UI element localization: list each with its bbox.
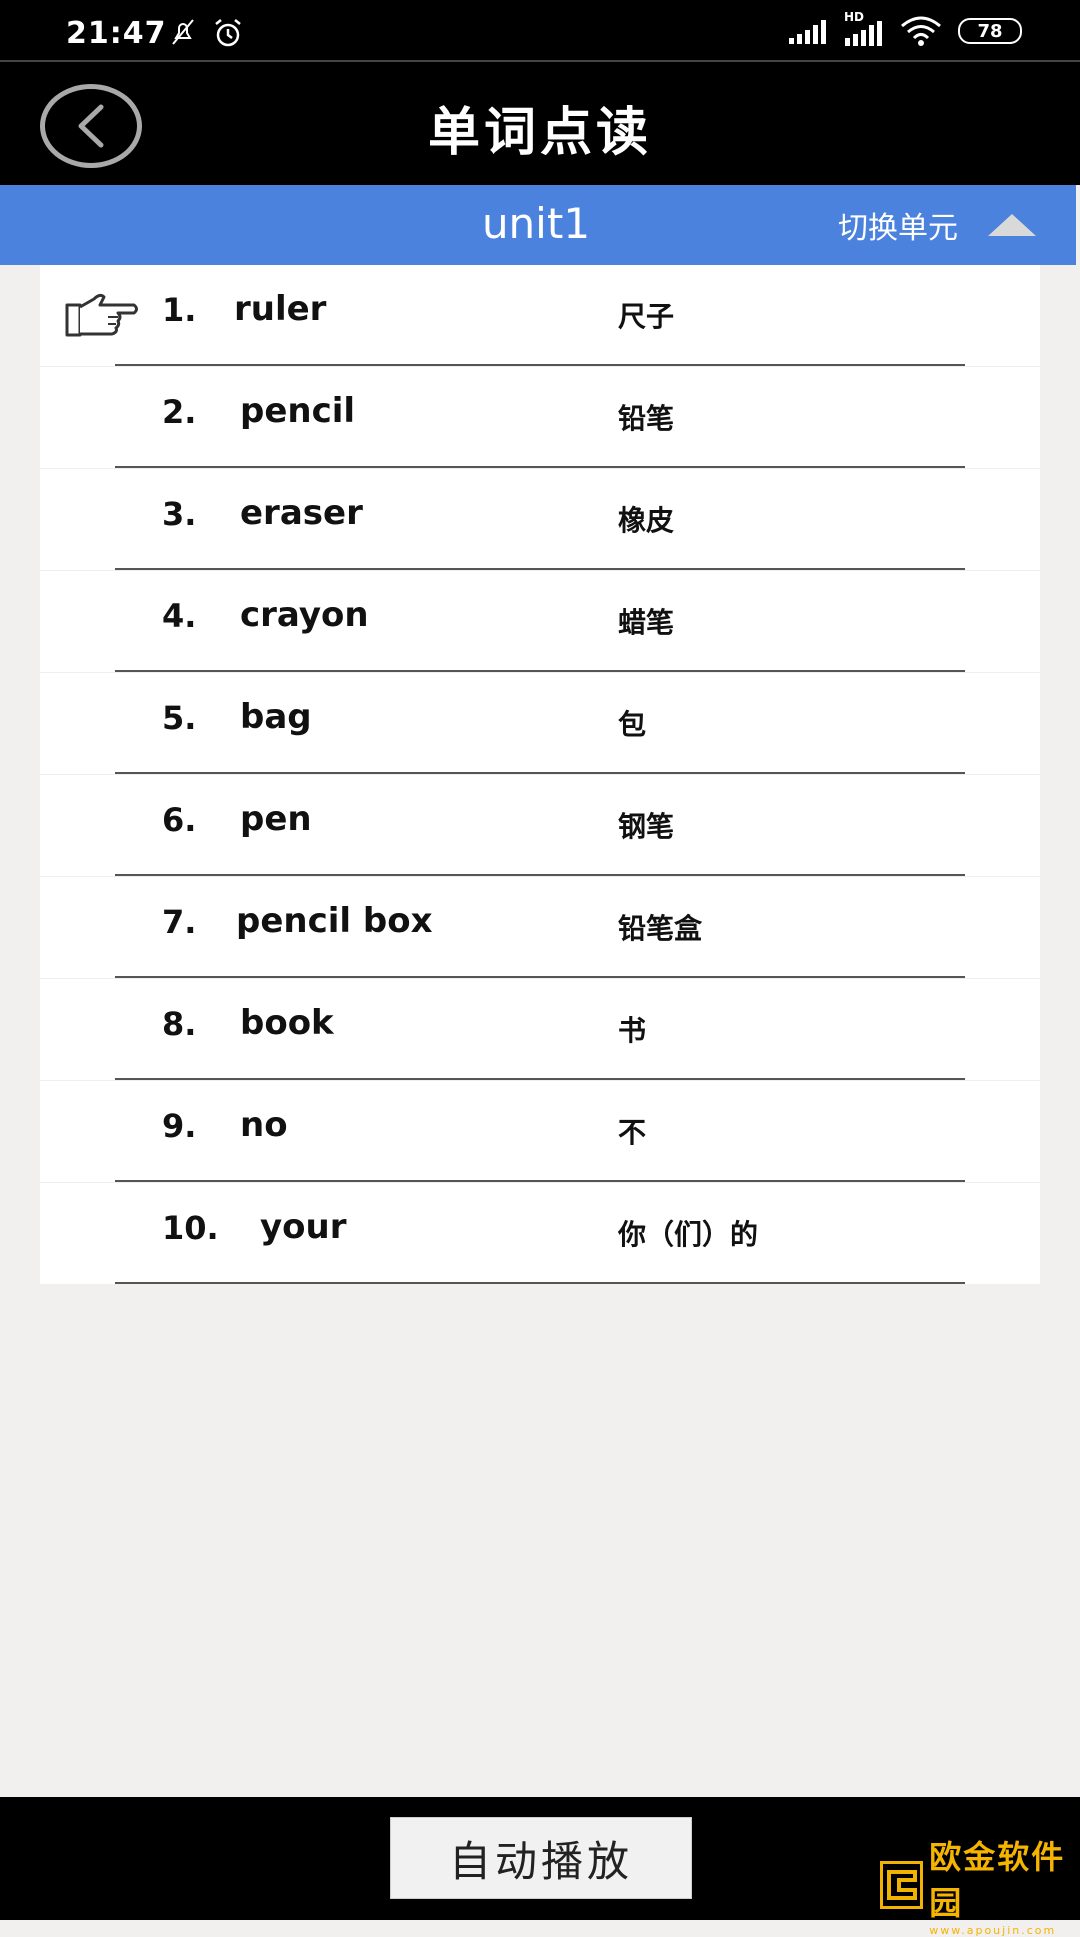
word-row[interactable]: 2. pencil 铅笔 — [40, 367, 1040, 468]
word-chinese: 书 — [618, 1014, 647, 1047]
word-number: 8. — [162, 1005, 197, 1043]
word-english: ruler — [234, 289, 327, 329]
hd-signal-icon: HD — [844, 10, 884, 46]
word-english: book — [240, 1003, 334, 1043]
status-bar: 21:47 HD 78 — [0, 0, 1080, 60]
triangle-up-icon — [988, 214, 1036, 236]
watermark-text: 欧金软件园 — [929, 1838, 1066, 1922]
alarm-clock-icon — [215, 19, 241, 47]
word-chinese: 蜡笔 — [618, 606, 675, 639]
word-chinese: 铅笔 — [618, 402, 675, 435]
status-right: HD 78 — [788, 10, 1022, 46]
word-english: eraser — [240, 493, 363, 533]
title-bar: 单词点读 — [0, 62, 1080, 185]
word-row[interactable]: 1. ruler 尺子 — [40, 265, 1040, 366]
word-number: 9. — [162, 1107, 197, 1145]
word-chinese: 包 — [618, 708, 647, 741]
word-english: your — [260, 1207, 347, 1247]
word-chinese: 铅笔盒 — [618, 912, 703, 945]
signal-icon — [789, 20, 826, 44]
word-english: no — [240, 1105, 288, 1145]
status-left-icons — [168, 18, 244, 48]
word-row[interactable]: 7. pencil box 铅笔盒 — [40, 877, 1040, 978]
word-row[interactable]: 4. crayon 蜡笔 — [40, 571, 1040, 672]
word-number: 1. — [162, 291, 197, 329]
unit-bar: unit1 切换单元 — [0, 185, 1076, 265]
watermark-logo: 欧金软件园 www.apoujin.com — [880, 1832, 1080, 1937]
word-chinese: 橡皮 — [618, 504, 675, 537]
word-english: crayon — [240, 595, 369, 635]
battery-indicator: 78 — [958, 18, 1022, 44]
word-chinese: 你（们）的 — [618, 1218, 759, 1251]
word-number: 10. — [162, 1209, 219, 1247]
word-number: 3. — [162, 495, 197, 533]
word-list: 1. ruler 尺子 2. pencil 铅笔 3. eraser 橡皮 4.… — [40, 265, 1040, 1284]
word-row[interactable]: 8. book 书 — [40, 979, 1040, 1080]
switch-unit-label: 切换单元 — [838, 211, 958, 246]
word-number: 7. — [162, 903, 197, 941]
word-row[interactable]: 6. pen 钢笔 — [40, 775, 1040, 876]
pointing-hand-icon — [65, 293, 138, 337]
watermark-text-block: 欧金软件园 www.apoujin.com — [929, 1832, 1080, 1937]
status-time: 21:47 — [66, 16, 167, 51]
word-chinese: 钢笔 — [618, 810, 675, 843]
watermark-icon — [880, 1860, 924, 1909]
word-number: 4. — [162, 597, 197, 635]
word-row[interactable]: 3. eraser 橡皮 — [40, 469, 1040, 570]
word-row[interactable]: 9. no 不 — [40, 1081, 1040, 1182]
autoplay-button[interactable]: 自动播放 — [390, 1817, 692, 1899]
word-number: 5. — [162, 699, 197, 737]
word-chinese: 不 — [618, 1116, 647, 1149]
wifi-icon — [901, 16, 941, 46]
mute-bell-icon — [172, 19, 194, 45]
word-number: 6. — [162, 801, 197, 839]
word-english: pen — [240, 799, 312, 839]
word-english: pencil — [240, 391, 356, 431]
page-title: 单词点读 — [427, 103, 652, 163]
word-chinese: 尺子 — [618, 300, 675, 333]
word-row[interactable]: 5. bag 包 — [40, 673, 1040, 774]
word-english: pencil box — [236, 901, 433, 941]
switch-unit-button[interactable]: 切换单元 — [838, 185, 1036, 265]
word-number: 2. — [162, 393, 197, 431]
bottom-bar: 自动播放 欧金软件园 www.apoujin.com — [0, 1797, 1080, 1937]
watermark-url: www.apoujin.com — [929, 1924, 1057, 1937]
word-row[interactable]: 10. your 你（们）的 — [40, 1183, 1040, 1284]
word-english: bag — [240, 697, 312, 737]
